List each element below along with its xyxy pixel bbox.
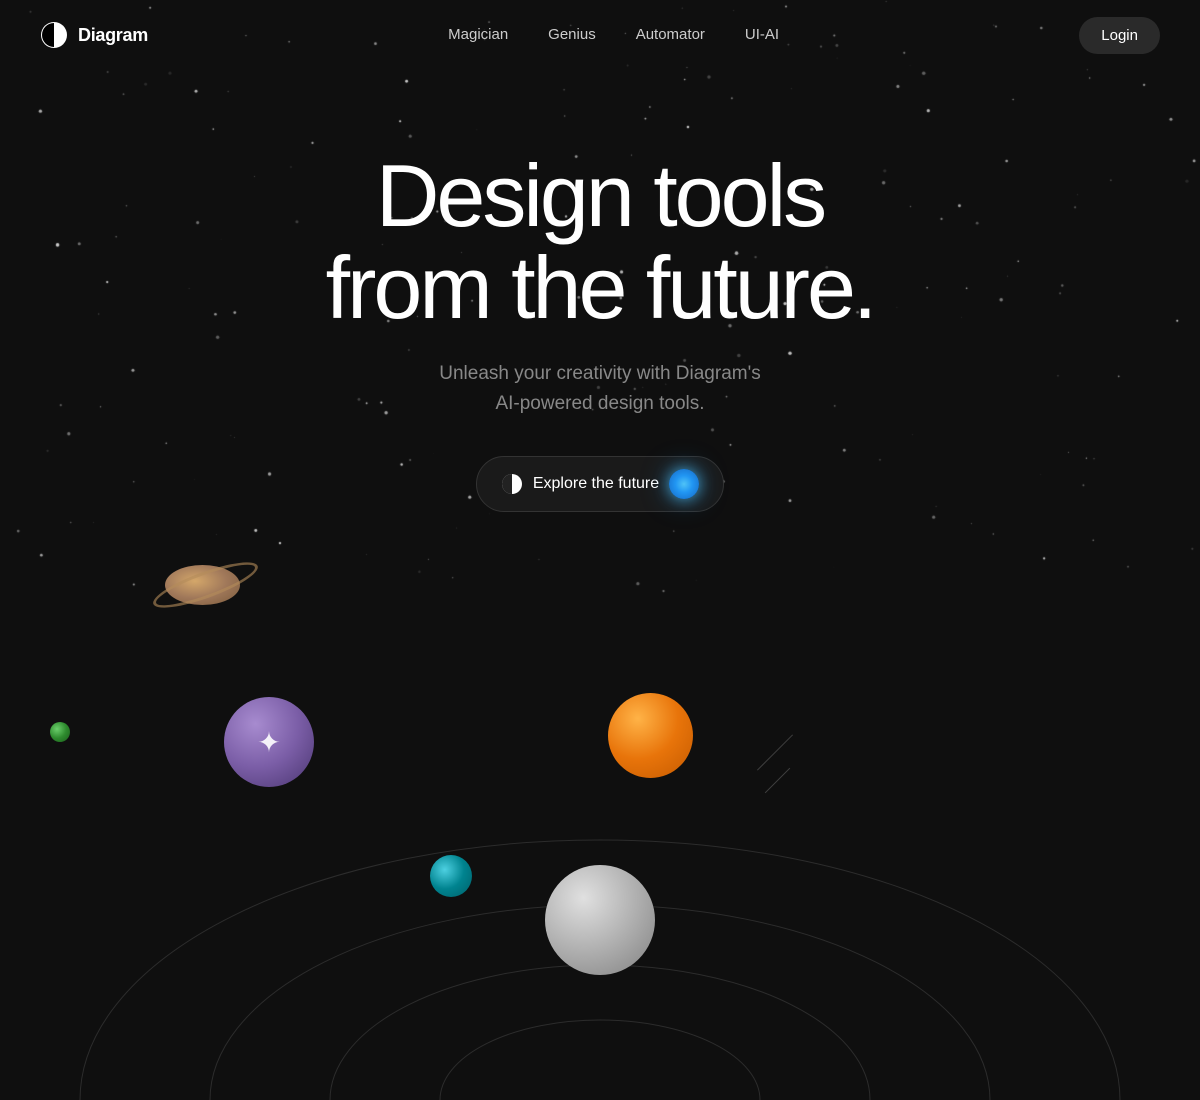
navbar: Diagram Magician Genius Automator UI-AI … bbox=[0, 0, 1200, 70]
cta-label: Explore the future bbox=[533, 475, 659, 493]
nav-magician[interactable]: Magician bbox=[448, 26, 508, 43]
planet-saturn bbox=[165, 565, 240, 605]
logo-text: Diagram bbox=[78, 25, 148, 46]
planet-orange bbox=[608, 693, 693, 778]
planet-purple bbox=[224, 697, 314, 787]
planet-large bbox=[545, 865, 655, 975]
hero-title-line2: from the future. bbox=[326, 238, 875, 337]
hero-section: Design tools from the future. Unleash yo… bbox=[0, 70, 1200, 512]
hero-subtitle-line1: Unleash your creativity with Diagram's bbox=[439, 363, 760, 384]
login-button[interactable]: Login bbox=[1079, 17, 1160, 54]
hero-subtitle: Unleash your creativity with Diagram's A… bbox=[439, 359, 760, 420]
nav-genius[interactable]: Genius bbox=[548, 26, 596, 43]
nav-ui-ai[interactable]: UI-AI bbox=[745, 26, 779, 43]
hero-title: Design tools from the future. bbox=[326, 150, 875, 335]
diagram-icon bbox=[501, 473, 523, 495]
nav-automator[interactable]: Automator bbox=[636, 26, 705, 43]
cta-glow-orb bbox=[669, 469, 699, 499]
nav-links: Magician Genius Automator UI-AI bbox=[448, 26, 779, 44]
planet-green bbox=[50, 722, 70, 742]
hero-subtitle-line2: AI-powered design tools. bbox=[495, 393, 704, 414]
cta-button[interactable]: Explore the future bbox=[476, 456, 724, 512]
hero-title-line1: Design tools bbox=[376, 146, 824, 245]
planet-teal bbox=[430, 855, 472, 897]
logo-icon bbox=[40, 21, 68, 49]
logo[interactable]: Diagram bbox=[40, 21, 148, 49]
